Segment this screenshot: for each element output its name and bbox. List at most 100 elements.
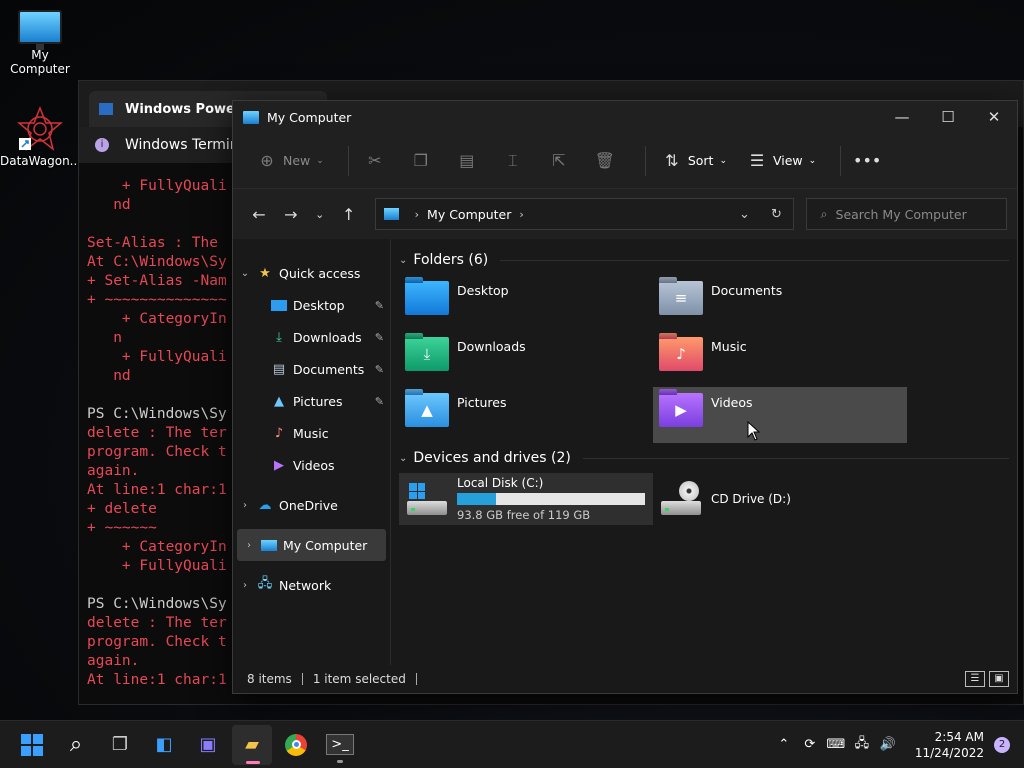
folder-name: Music [711,339,747,354]
expand-chevron-icon[interactable]: › [233,580,257,591]
nav-label: Quick access [279,265,361,281]
sync-icon[interactable]: ⟳ [797,737,823,752]
paste-button[interactable]: ▤ [451,147,483,175]
video-icon: ▶ [274,457,284,473]
view-button[interactable]: ☰ View ⌄ [741,147,816,175]
view-label: View [772,153,803,168]
network-icon[interactable]: 🖧 [849,734,875,756]
chevron-down-icon: ⌄ [808,155,817,166]
sort-label: Sort [687,153,714,168]
search-input[interactable] [835,206,996,222]
folders-section-header[interactable]: ⌄ Folders (6) [399,245,1009,275]
terminal-line: + FullyQuali [87,178,227,194]
terminal-line: + FullyQuali [87,349,227,365]
up-button[interactable]: ↑ [333,205,365,224]
start-button[interactable] [12,725,52,765]
delete-button[interactable]: 🗑 [589,147,621,175]
folder-desktop[interactable]: Desktop [399,275,653,331]
notification-badge[interactable]: 2 [994,736,1010,753]
nav-downloads[interactable]: ⤓ Downloads ✎ [233,321,390,353]
search-button[interactable]: ⌕ [56,725,96,765]
terminal-line: + FullyQuali [87,558,227,574]
rename-button[interactable]: ⌶ [497,147,529,175]
nav-desktop[interactable]: Desktop ✎ [233,289,390,321]
clock[interactable]: 2:54 AM 11/24/2022 [915,729,984,761]
forward-button[interactable]: → [275,205,307,224]
pictures-folder-icon: ▲ [405,393,449,427]
chrome-taskbar-button[interactable] [276,725,316,765]
tiles-view-button[interactable]: ▣ [989,671,1009,687]
keyboard-icon[interactable]: ⌨ [823,737,849,752]
terminal-line: Set-Alias : The [87,235,218,251]
plus-circle-icon: ⊕ [260,151,274,170]
folder-name: Desktop [457,283,509,298]
nav-my-computer[interactable]: › My Computer [237,529,386,561]
nav-network[interactable]: › 🖧 Network [233,569,390,601]
folder-documents[interactable]: ≡ Documents [653,275,907,331]
folder-name: Pictures [457,395,507,410]
drives-grid: Local Disk (C:) 93.8 GB free of 119 GB C… [399,473,1009,525]
nav-onedrive[interactable]: › ☁ OneDrive [233,489,390,521]
cut-button[interactable]: ✂ [359,147,391,175]
search-box[interactable]: ⌕ [805,198,1007,230]
task-view-icon: ❐ [111,734,129,755]
file-explorer-taskbar-button[interactable]: ▰ [232,724,272,765]
title-bar[interactable]: My Computer — ☐ ✕ [233,101,1017,133]
desktop-icon-my-computer[interactable]: My Computer [0,10,80,76]
nav-label: Music [293,425,329,441]
drive-local-disk-c[interactable]: Local Disk (C:) 93.8 GB free of 119 GB [399,473,653,525]
command-bar: ⊕ New ⌄ ✂ ❐ ▤ ⌶ ⇱ 🗑 ⇅ Sort ⌄ ☰ View ⌄ ••… [233,133,1017,189]
new-button[interactable]: ⊕ New ⌄ [251,147,324,175]
back-button[interactable]: ← [243,205,275,224]
terminal-line: again. [87,653,140,669]
drive-cd-d[interactable]: CD Drive (D:) [653,473,907,525]
more-options-button[interactable]: ••• [851,147,883,175]
nav-pictures[interactable]: ▲ Pictures ✎ [233,385,390,417]
expand-chevron-icon[interactable]: › [237,540,261,551]
folder-downloads[interactable]: ⤓ Downloads [399,331,653,387]
nav-videos[interactable]: ▶ Videos [233,449,390,481]
nav-quick-access[interactable]: ⌄ ★ Quick access [233,257,390,289]
volume-icon[interactable]: 🔊 [875,737,901,752]
chat-button[interactable]: ▣ [188,725,228,765]
recent-locations-button[interactable]: ⌄ [307,208,333,221]
folder-pictures[interactable]: ▲ Pictures [399,387,653,443]
chevron-down-icon: ⌄ [719,155,727,166]
drives-section-header[interactable]: ⌄ Devices and drives (2) [399,443,1009,473]
breadcrumb-chevron-icon[interactable]: › [519,208,523,221]
terminal-taskbar-button[interactable]: >_ [320,725,360,765]
task-view-button[interactable]: ❐ [100,725,140,765]
terminal-line: again. [87,463,140,479]
terminal-line: nd [87,368,131,384]
chat-icon: ▣ [199,734,217,755]
widgets-button[interactable]: ◧ [144,725,184,765]
terminal-line: nd [87,197,131,213]
expand-chevron-icon[interactable]: › [233,500,257,511]
maximize-button[interactable]: ☐ [925,101,971,133]
details-view-button[interactable]: ☰ [965,671,985,687]
nav-music[interactable]: ♪ Music [233,417,390,449]
content-area[interactable]: ⌄ Folders (6) Desktop ≡ Documents ⤓ Down… [391,239,1017,665]
copy-button[interactable]: ❐ [405,147,437,175]
folder-music[interactable]: ♪ Music [653,331,907,387]
desktop-icon-datawagon[interactable]: DataWagon... [0,105,81,168]
close-button[interactable]: ✕ [971,101,1017,133]
music-icon: ♪ [274,425,284,441]
star-icon: ★ [259,265,271,281]
share-button[interactable]: ⇱ [543,147,575,175]
refresh-button[interactable]: ↻ [761,207,793,222]
minimize-button[interactable]: — [879,101,925,133]
nav-label: Documents [293,361,365,377]
terminal-output[interactable]: + FullyQuali nd Set-Alias : The At C:\Win… [79,177,239,690]
folder-videos[interactable]: ▶ Videos [653,387,907,443]
file-explorer-window[interactable]: My Computer — ☐ ✕ ⊕ New ⌄ ✂ ❐ ▤ ⌶ ⇱ 🗑 ⇅ … [232,100,1018,694]
address-dropdown-button[interactable]: ⌄ [729,207,761,222]
address-bar[interactable]: › My Computer › ⌄ ↻ [374,198,794,230]
nav-label: Desktop [293,297,345,313]
chevron-up-icon[interactable]: ⌃ [771,737,797,752]
nav-documents[interactable]: ▤ Documents ✎ [233,353,390,385]
view-list-icon: ☰ [749,151,765,170]
collapse-chevron-icon[interactable]: ⌄ [233,268,257,279]
sort-button[interactable]: ⇅ Sort ⌄ [656,147,727,175]
breadcrumb-my-computer[interactable]: My Computer [427,207,511,222]
